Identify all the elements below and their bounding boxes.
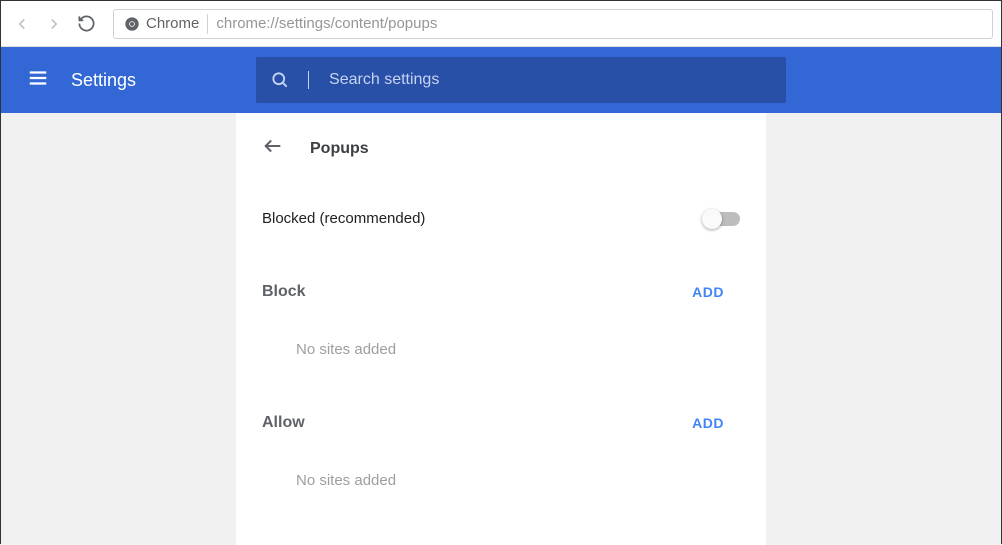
chrome-icon	[124, 16, 140, 32]
url-text: chrome://settings/content/popups	[216, 15, 437, 32]
blocked-toggle[interactable]	[704, 212, 740, 226]
arrow-right-icon	[45, 15, 63, 33]
divider	[207, 14, 208, 34]
allow-empty-text: No sites added	[262, 472, 740, 489]
content-area: Popups Blocked (recommended) Block ADD N…	[1, 113, 1001, 545]
search-icon	[270, 70, 290, 90]
forward-button[interactable]	[41, 11, 67, 37]
reload-button[interactable]	[73, 11, 99, 37]
back-arrow-button[interactable]	[262, 135, 284, 162]
allow-title: Allow	[262, 414, 305, 432]
arrow-left-icon	[262, 135, 284, 157]
omnibox[interactable]: Chrome chrome://settings/content/popups	[113, 9, 993, 39]
block-section: Block ADD No sites added	[262, 283, 740, 358]
block-empty-text: No sites added	[262, 341, 740, 358]
settings-title: Settings	[71, 70, 136, 91]
chrome-badge: Chrome	[124, 15, 199, 32]
settings-header: Settings	[1, 47, 1001, 113]
block-add-button[interactable]: ADD	[692, 284, 740, 300]
toggle-knob	[702, 209, 722, 229]
text-cursor	[308, 71, 309, 89]
hamburger-icon	[27, 67, 49, 89]
blocked-toggle-row: Blocked (recommended)	[262, 210, 740, 227]
card-header: Popups	[262, 135, 740, 162]
search-box[interactable]	[256, 57, 786, 103]
chrome-label: Chrome	[146, 15, 199, 32]
block-section-header: Block ADD	[262, 283, 740, 301]
allow-section: Allow ADD No sites added	[262, 414, 740, 489]
back-button[interactable]	[9, 11, 35, 37]
allow-section-header: Allow ADD	[262, 414, 740, 432]
reload-icon	[77, 14, 96, 33]
page-title: Popups	[310, 140, 369, 158]
menu-button[interactable]	[27, 67, 49, 94]
browser-toolbar: Chrome chrome://settings/content/popups	[1, 1, 1001, 47]
arrow-left-icon	[13, 15, 31, 33]
block-title: Block	[262, 283, 306, 301]
allow-add-button[interactable]: ADD	[692, 415, 740, 431]
search-input[interactable]	[329, 71, 770, 89]
toggle-label: Blocked (recommended)	[262, 210, 425, 227]
settings-card: Popups Blocked (recommended) Block ADD N…	[236, 113, 766, 545]
